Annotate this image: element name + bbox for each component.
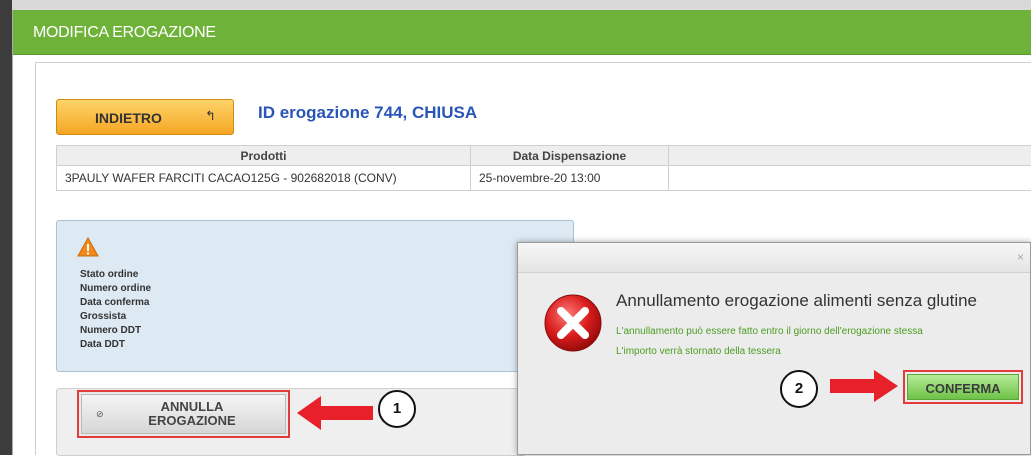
label-wholesaler: Grossista [80, 310, 151, 324]
screen: MODIFICA EROGAZIONE INDIETRO ↰ ID erogaz… [0, 0, 1031, 455]
confirm-button-label: CONFERMA [908, 381, 1018, 396]
window-title: MODIFICA EROGAZIONE [33, 24, 216, 42]
label-order-status: Stato ordine [80, 268, 151, 282]
close-icon[interactable]: × [1017, 250, 1024, 264]
order-info-panel: Stato ordine Numero ordine Data conferma… [56, 220, 574, 372]
cancel-confirmation-dialog: × Annullamento erogazione alimenti senza… [517, 242, 1031, 455]
confirm-button[interactable]: CONFERMA [903, 370, 1023, 404]
back-button-label: INDIETRO [95, 110, 162, 126]
ban-icon: ⊘ [96, 409, 104, 420]
step-2-marker: 2 [780, 370, 818, 408]
red-arrow-left-icon [297, 396, 373, 430]
cancel-dispensing-label: ANNULLA EROGAZIONE [122, 400, 262, 428]
product-cell: 3PAULY WAFER FARCITI CACAO125G - 9026820… [57, 166, 471, 191]
label-order-number: Numero ordine [80, 282, 151, 296]
cancel-dispensing-button-face: ⊘ ANNULLA EROGAZIONE [81, 394, 286, 434]
cancel-label-line1: ANNULLA [122, 400, 262, 414]
dialog-note-2: L'importo verrà stornato della tessera [616, 346, 781, 357]
column-header-products: Prodotti [57, 146, 471, 166]
left-edge [0, 0, 12, 455]
order-info-labels: Stato ordine Numero ordine Data conferma… [80, 268, 151, 352]
confirm-button-face: CONFERMA [907, 374, 1019, 400]
back-button[interactable]: INDIETRO ↰ [56, 99, 234, 135]
products-table: Prodotti Data Dispensazione 3PAULY WAFER… [56, 145, 1031, 191]
dialog-title: Annullamento erogazione alimenti senza g… [616, 291, 977, 311]
cancel-dispensing-button[interactable]: ⊘ ANNULLA EROGAZIONE [77, 390, 290, 438]
column-header-extra [669, 146, 1031, 166]
table-row: 3PAULY WAFER FARCITI CACAO125G - 9026820… [57, 166, 1031, 191]
back-arrow-icon: ↰ [205, 108, 216, 124]
label-confirm-date: Data conferma [80, 296, 151, 310]
error-icon [543, 293, 603, 353]
dialog-note-1: L'annullamento può essere fatto entro il… [616, 326, 923, 337]
cancel-label-line2: EROGAZIONE [122, 414, 262, 428]
column-header-date: Data Dispensazione [471, 146, 669, 166]
warning-icon [77, 237, 99, 257]
window-titlebar: MODIFICA EROGAZIONE [13, 10, 1031, 55]
label-ddt-number: Numero DDT [80, 324, 151, 338]
date-cell: 25-novembre-20 13:00 [471, 166, 669, 191]
extra-cell [669, 166, 1031, 191]
red-arrow-right-icon [830, 370, 898, 402]
step-1-marker: 1 [378, 390, 416, 428]
dialog-header: × [518, 243, 1030, 273]
label-ddt-date: Data DDT [80, 338, 151, 352]
dispensing-id-title: ID erogazione 744, CHIUSA [258, 103, 477, 123]
